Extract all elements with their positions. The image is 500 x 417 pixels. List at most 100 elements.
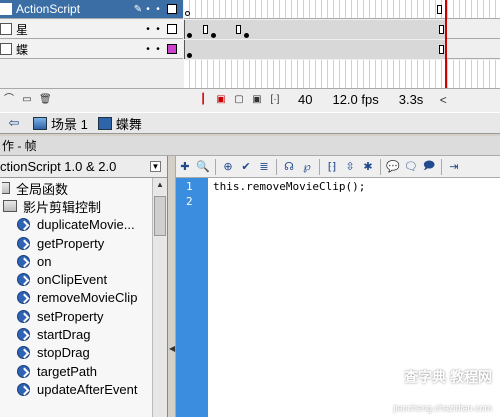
list-item[interactable]: startDrag bbox=[0, 325, 167, 343]
list-item[interactable]: getProperty bbox=[0, 234, 167, 252]
code-line[interactable]: this.removeMovieClip(); bbox=[213, 180, 365, 193]
layer-icon bbox=[0, 23, 12, 35]
item-label: getProperty bbox=[37, 235, 105, 251]
add-item-icon[interactable]: ✚ bbox=[177, 159, 193, 175]
keyframe-action[interactable] bbox=[437, 5, 442, 14]
list-item[interactable]: targetPath bbox=[0, 362, 167, 380]
frames-empty-area bbox=[184, 60, 500, 88]
insert-layer-icon[interactable]: ⌒ bbox=[3, 94, 15, 106]
pencil-icon[interactable]: ✎ bbox=[133, 4, 143, 15]
outline-color-box[interactable] bbox=[167, 24, 177, 34]
layer-row-actionscript[interactable]: ActionScript ✎ • • bbox=[0, 0, 183, 19]
frame-span[interactable] bbox=[184, 20, 446, 39]
collapse-selection-icon[interactable]: ⇳ bbox=[342, 159, 358, 175]
remove-comment-icon[interactable]: 🗩 bbox=[421, 159, 437, 175]
frames-star[interactable] bbox=[184, 20, 500, 39]
script-toolbar: ✚ 🔍 ⊕ ✔ ≣ ☊ ℘ ⁅⁆ ⇳ ✱ 💬 🗨 🗩 ⇥ bbox=[176, 156, 500, 178]
keyframe-end[interactable] bbox=[439, 45, 444, 54]
frames-actionscript[interactable] bbox=[184, 0, 500, 19]
lock-dot[interactable]: • bbox=[153, 4, 163, 15]
back-arrow-icon[interactable]: ⇦ bbox=[8, 116, 20, 129]
auto-format-icon[interactable]: ≣ bbox=[256, 159, 272, 175]
show-hide-toolbox-icon[interactable]: ⇥ bbox=[446, 159, 462, 175]
check-syntax-icon[interactable]: ✔ bbox=[238, 159, 254, 175]
panel-splitter[interactable]: ◀ bbox=[168, 156, 176, 417]
edit-multiple-icon[interactable]: ▣ bbox=[251, 94, 263, 106]
keyframe-empty[interactable] bbox=[185, 11, 190, 16]
scene-icon bbox=[33, 116, 47, 130]
timeline-status-bar: ⌒ ▭ 🗑 ┃ ▣ ▢ ▣ [·] 40 12.0 fps 3.3s < bbox=[0, 88, 500, 110]
list-item[interactable]: removeMovieClip bbox=[0, 289, 167, 307]
action-icon bbox=[17, 328, 30, 342]
insert-folder-icon[interactable]: ▭ bbox=[21, 94, 33, 106]
movie-clip-icon bbox=[97, 116, 112, 130]
breadcrumb-scene[interactable]: 场景 1 bbox=[33, 114, 88, 133]
visibility-dot[interactable]: • bbox=[143, 44, 153, 55]
outline-color-box[interactable] bbox=[167, 4, 177, 14]
playhead[interactable] bbox=[445, 0, 447, 88]
symbol-label: 蝶舞 bbox=[115, 116, 142, 132]
layer-name: 星 bbox=[16, 22, 29, 37]
action-icon bbox=[17, 291, 30, 305]
expand-all-icon[interactable]: ✱ bbox=[360, 159, 376, 175]
category-label: 全局函数 bbox=[16, 181, 69, 197]
layer-row-star[interactable]: 星 • • bbox=[0, 20, 183, 39]
center-frame-icon[interactable]: ┃ bbox=[197, 94, 209, 106]
apply-line-comment-icon[interactable]: 🗨 bbox=[403, 159, 419, 175]
delete-layer-icon[interactable]: 🗑 bbox=[39, 94, 52, 106]
action-icon bbox=[17, 236, 30, 250]
keyframe[interactable] bbox=[211, 33, 216, 38]
item-label: duplicateMovie... bbox=[37, 217, 135, 233]
book-icon bbox=[3, 200, 17, 213]
chevron-down-icon[interactable]: ▼ bbox=[150, 161, 161, 172]
keyframe[interactable] bbox=[187, 33, 192, 38]
separator bbox=[319, 158, 320, 175]
list-item[interactable]: stopDrag bbox=[0, 344, 167, 362]
scroll-up-icon[interactable]: ▲ bbox=[154, 178, 166, 192]
line-number-gutter: 1 2 bbox=[176, 178, 208, 417]
apply-block-comment-icon[interactable]: 💬 bbox=[385, 159, 401, 175]
list-item[interactable]: onClipEvent bbox=[0, 270, 167, 288]
collapse-between-braces-icon[interactable]: ⁅⁆ bbox=[324, 159, 340, 175]
keyframe-end[interactable] bbox=[203, 25, 208, 34]
scroll-thumb[interactable] bbox=[154, 196, 166, 236]
keyframe[interactable] bbox=[244, 33, 249, 38]
list-item[interactable]: updateAfterEvent bbox=[0, 380, 167, 398]
list-item[interactable]: on bbox=[0, 252, 167, 270]
onion-outline-icon[interactable]: ▢ bbox=[233, 94, 245, 106]
category-global-functions[interactable]: 全局函数 bbox=[0, 179, 167, 197]
insert-target-path-icon[interactable]: ⊕ bbox=[220, 159, 236, 175]
frame-span[interactable] bbox=[184, 40, 446, 59]
keyframe[interactable] bbox=[187, 53, 192, 58]
list-item[interactable]: duplicateMovie... bbox=[0, 216, 167, 234]
action-icon bbox=[17, 273, 30, 287]
onion-skin-icon[interactable]: ▣ bbox=[215, 94, 227, 106]
layer-row-butterfly[interactable]: 蝶 • • bbox=[0, 40, 183, 59]
show-code-hint-icon[interactable]: ☊ bbox=[281, 159, 297, 175]
find-icon[interactable]: 🔍 bbox=[195, 159, 211, 175]
list-item[interactable]: setProperty bbox=[0, 307, 167, 325]
breadcrumb-symbol[interactable]: 蝶舞 bbox=[97, 114, 142, 133]
actions-panel-title-text: 作 - 帧 bbox=[2, 139, 37, 153]
outline-color-box[interactable] bbox=[167, 44, 177, 54]
frames-butterfly[interactable] bbox=[184, 40, 500, 59]
watermark-text: 查字典 教程网 bbox=[404, 369, 492, 385]
debug-options-icon[interactable]: ℘ bbox=[299, 159, 315, 175]
language-label: ctionScript 1.0 & 2.0 bbox=[0, 159, 117, 174]
edit-bar: ⇦ 场景 1 蝶舞 bbox=[0, 112, 500, 134]
layer-icon bbox=[0, 43, 12, 55]
category-movieclip-control[interactable]: 影片剪辑控制 bbox=[0, 197, 167, 215]
separator bbox=[380, 158, 381, 175]
lock-dot[interactable]: • bbox=[153, 24, 163, 35]
modify-markers-icon[interactable]: [·] bbox=[269, 94, 281, 106]
language-selector[interactable]: ctionScript 1.0 & 2.0 ▼ bbox=[0, 156, 167, 178]
item-label: setProperty bbox=[37, 308, 104, 324]
visibility-dot[interactable]: • bbox=[143, 24, 153, 35]
lock-dot[interactable]: • bbox=[153, 44, 163, 55]
collapse-arrow-icon[interactable]: ◀ bbox=[169, 344, 175, 353]
scroll-left-icon[interactable]: < bbox=[437, 94, 449, 106]
toolbox-scrollbar[interactable]: ▲ bbox=[152, 178, 167, 417]
keyframe-end[interactable] bbox=[439, 25, 444, 34]
visibility-dot[interactable]: • bbox=[143, 4, 153, 15]
keyframe-end[interactable] bbox=[236, 25, 241, 34]
